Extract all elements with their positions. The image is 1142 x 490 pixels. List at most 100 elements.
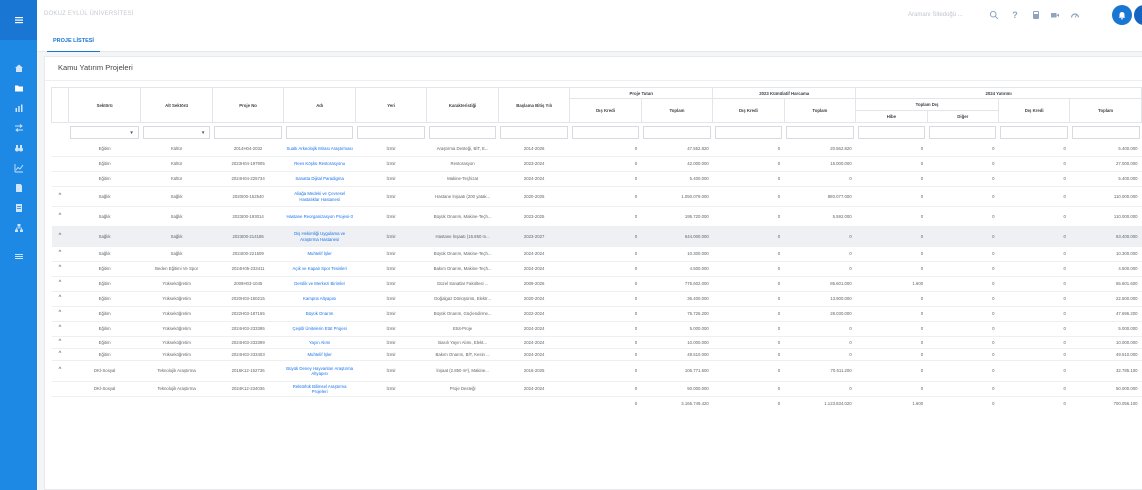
filter-y-toplam-input[interactable] bbox=[1071, 125, 1140, 139]
table-row[interactable]: ^ Sağlık Sağlık 2023I00-193014 Hastane Reorg… bbox=[51, 206, 1142, 227]
expand-toggle[interactable]: ^ bbox=[51, 261, 69, 277]
file-list-icon bbox=[15, 204, 22, 212]
table-row[interactable]: ^ Eğitim Beden Eğitimi Ve Spor 2024H05-2334… bbox=[51, 261, 1142, 277]
expand-toggle[interactable]: ^ bbox=[51, 246, 69, 262]
filter-hibe-input[interactable] bbox=[857, 125, 926, 139]
project-name-link[interactable]: Rektörlük Bilimsel Araştırma Projeleri bbox=[283, 381, 356, 397]
expand-toggle[interactable]: ^ bbox=[51, 276, 69, 292]
header-y-toplam[interactable]: Toplam bbox=[1069, 98, 1142, 123]
table-row[interactable]: ^ Eğitim Yükseköğretim 2024H03-233395 Çeşitl… bbox=[51, 321, 1142, 337]
filter-yeri-input[interactable] bbox=[357, 125, 425, 139]
expand-toggle[interactable]: ^ bbox=[51, 348, 69, 361]
table-row[interactable]: ^ Eğitim Yükseköğretim 2024H03-233403 Muhtel… bbox=[51, 348, 1142, 361]
project-name-link[interactable]: Sualtı Arkeolojik Mirası Araştırması bbox=[283, 141, 356, 157]
cell-kh-dis-kredi: 0 bbox=[712, 321, 785, 337]
header-kh-toplam[interactable]: Toplam bbox=[783, 98, 857, 123]
calculator-icon[interactable] bbox=[1030, 9, 1042, 21]
expand-toggle[interactable]: ^ bbox=[51, 186, 69, 207]
user-avatar[interactable] bbox=[1134, 5, 1142, 25]
filter-alt-sektor-select[interactable]: ▼ bbox=[142, 125, 211, 139]
filter-kh-dis-kredi-input[interactable] bbox=[714, 125, 783, 139]
search-icon[interactable] bbox=[988, 9, 1000, 21]
expand-toggle[interactable]: ^ bbox=[51, 291, 69, 307]
filter-kh-toplam-input[interactable] bbox=[786, 125, 854, 139]
table-row[interactable]: Eğitim Kültür 2014H04-2032 Sualtı Arkeoloji… bbox=[51, 141, 1142, 157]
project-name-link[interactable]: Büyük Onarım bbox=[283, 306, 356, 322]
sidebar-item-files[interactable] bbox=[0, 198, 37, 218]
filter-pt-toplam-input[interactable] bbox=[643, 125, 711, 139]
cell-kh-toplam: 880.077.000 bbox=[784, 186, 856, 207]
header-kh-dis-kredi[interactable]: Dış Kredi bbox=[712, 98, 785, 123]
sidebar-item-search[interactable] bbox=[0, 138, 37, 158]
sidebar-item-transfer[interactable] bbox=[0, 118, 37, 138]
expand-toggle[interactable]: ^ bbox=[51, 226, 69, 247]
project-name-link[interactable]: Rees Köşkü Restorasyonu bbox=[283, 156, 356, 172]
sidebar-item-documents[interactable] bbox=[0, 178, 37, 198]
table-row[interactable]: DKİ-Sosyal Teknolojik Araştırma 2024K12-23… bbox=[51, 381, 1142, 397]
sidebar-item-projects[interactable] bbox=[0, 78, 37, 98]
filter-diger-input[interactable] bbox=[929, 125, 997, 139]
header-yeri[interactable]: Yeri bbox=[354, 87, 428, 123]
header-pt-dis-kredi[interactable]: Dış Kredi bbox=[569, 98, 642, 123]
gauge-icon[interactable] bbox=[1069, 9, 1081, 21]
expand-toggle[interactable]: ^ bbox=[51, 306, 69, 322]
project-name-link[interactable]: Yayın Alımı bbox=[283, 336, 356, 349]
sidebar-item-charts[interactable] bbox=[0, 98, 37, 118]
header-karakteristik[interactable]: Karakteristiği bbox=[426, 87, 499, 123]
project-name-link[interactable]: Hastane Reorganizasyon Projesi-3 bbox=[283, 206, 356, 227]
table-row[interactable]: Eğitim Kültür 2024H04-225734 Sanatta Dijita… bbox=[51, 171, 1142, 187]
project-name-link[interactable]: Aliağa Medeki ve Çevresel Hastalıklar Ha… bbox=[283, 186, 356, 207]
cell-pt-dis-kredi: 0 bbox=[569, 348, 642, 361]
project-name-link[interactable]: Muhtelif İşler bbox=[283, 348, 356, 361]
filter-sektor-select[interactable]: ▼ bbox=[70, 125, 139, 139]
project-name-link[interactable]: Kampüs Altyapısı bbox=[283, 291, 356, 307]
table-row[interactable]: ^ Sağlık Sağlık 2020I00-152540 Aliağa Medeki… bbox=[51, 186, 1142, 207]
expand-toggle[interactable]: ^ bbox=[51, 206, 69, 227]
video-icon[interactable] bbox=[1049, 9, 1061, 21]
sidebar-item-settings[interactable] bbox=[0, 246, 37, 266]
expand-toggle[interactable]: ^ bbox=[51, 321, 69, 337]
header-y-dis-kredi[interactable]: Dış Kredi bbox=[997, 98, 1071, 123]
sidebar-item-organization[interactable] bbox=[0, 218, 37, 238]
header-sektor[interactable]: Sektörü bbox=[67, 87, 142, 123]
table-row[interactable]: ^ DKİ-Sosyal Teknolojik Araştırma 2016K12-1… bbox=[51, 360, 1142, 382]
cell-proje-no: 2023I00-193014 bbox=[212, 206, 284, 227]
project-name-link[interactable]: Muhtelif İşler bbox=[283, 246, 356, 262]
filter-proje-no-input[interactable] bbox=[214, 125, 282, 139]
table-row[interactable]: Eğitim Kültür 2023H04-197905 Rees Köşkü Res… bbox=[51, 156, 1142, 172]
search-input[interactable]: Aramanı Sitedoğü ... bbox=[903, 8, 983, 22]
project-name-link[interactable]: Diş Hekimliği Uygulama ve Araştırma Hast… bbox=[283, 226, 356, 247]
tab-proje-listesi[interactable]: PROJE LİSTESİ bbox=[47, 30, 100, 52]
header-hibe[interactable]: Hibe bbox=[855, 110, 928, 123]
header-pt-toplam[interactable]: Toplam bbox=[640, 98, 714, 123]
table-row[interactable]: ^ Eğitim Yükseköğretim 2009H03-1045 Derslik … bbox=[51, 276, 1142, 292]
expand-toggle[interactable]: ^ bbox=[51, 360, 69, 382]
header-baslama-bitis[interactable]: Başlama Bitiş Yılı bbox=[497, 87, 571, 123]
filter-y-dis-kredi-input[interactable] bbox=[1000, 125, 1068, 139]
sidebar-item-reports[interactable] bbox=[0, 158, 37, 178]
table-row[interactable]: ^ Eğitim Yükseköğretim 2022H03-187165 Büyük … bbox=[51, 306, 1142, 322]
project-name-link[interactable]: Büyük Deney Hayvanları Araştırma Altyapı… bbox=[283, 360, 356, 382]
header-adi[interactable]: Adı bbox=[283, 87, 356, 123]
table-row[interactable]: ^ Sağlık Sağlık 2023I00-214185 Diş Hekimliği… bbox=[51, 226, 1142, 247]
table-row[interactable]: ^ Sağlık Sağlık 2024I00-221509 Muhtelif İşle… bbox=[51, 246, 1142, 262]
project-name-link[interactable]: Derslik ve Merkezi Birimler bbox=[283, 276, 356, 292]
filter-baslama-input[interactable] bbox=[500, 125, 568, 139]
header-diger[interactable]: Diğer bbox=[926, 110, 999, 123]
menu-toggle-button[interactable] bbox=[0, 0, 37, 40]
header-proje-no[interactable]: Proje No bbox=[211, 87, 285, 123]
help-icon[interactable]: ? bbox=[1009, 9, 1021, 21]
filter-pt-dis-kredi-input[interactable] bbox=[571, 125, 640, 139]
project-name-link[interactable]: Sanatta Dijital Paradigma bbox=[283, 171, 356, 187]
table-row[interactable]: ^ Eğitim Yükseköğretim 2024H03-233399 Yayın … bbox=[51, 336, 1142, 349]
table-row[interactable]: ^ Eğitim Yükseköğretim 2020H03-150215 Kampüs… bbox=[51, 291, 1142, 307]
header-alt-sektor[interactable]: Alt Sektörü bbox=[140, 87, 213, 123]
sidebar-item-home[interactable] bbox=[0, 58, 37, 78]
project-name-link[interactable]: Çeşitli Ünitelerin Etüt Projesi bbox=[283, 321, 356, 337]
cell-diger: 0 bbox=[927, 348, 999, 361]
project-name-link[interactable]: Açık ve Kapalı Spor Tesisleri bbox=[283, 261, 356, 277]
notification-button[interactable] bbox=[1112, 5, 1132, 25]
filter-adi-input[interactable] bbox=[285, 125, 354, 139]
filter-karakteristik-input[interactable] bbox=[428, 125, 497, 139]
expand-toggle[interactable]: ^ bbox=[51, 336, 69, 349]
